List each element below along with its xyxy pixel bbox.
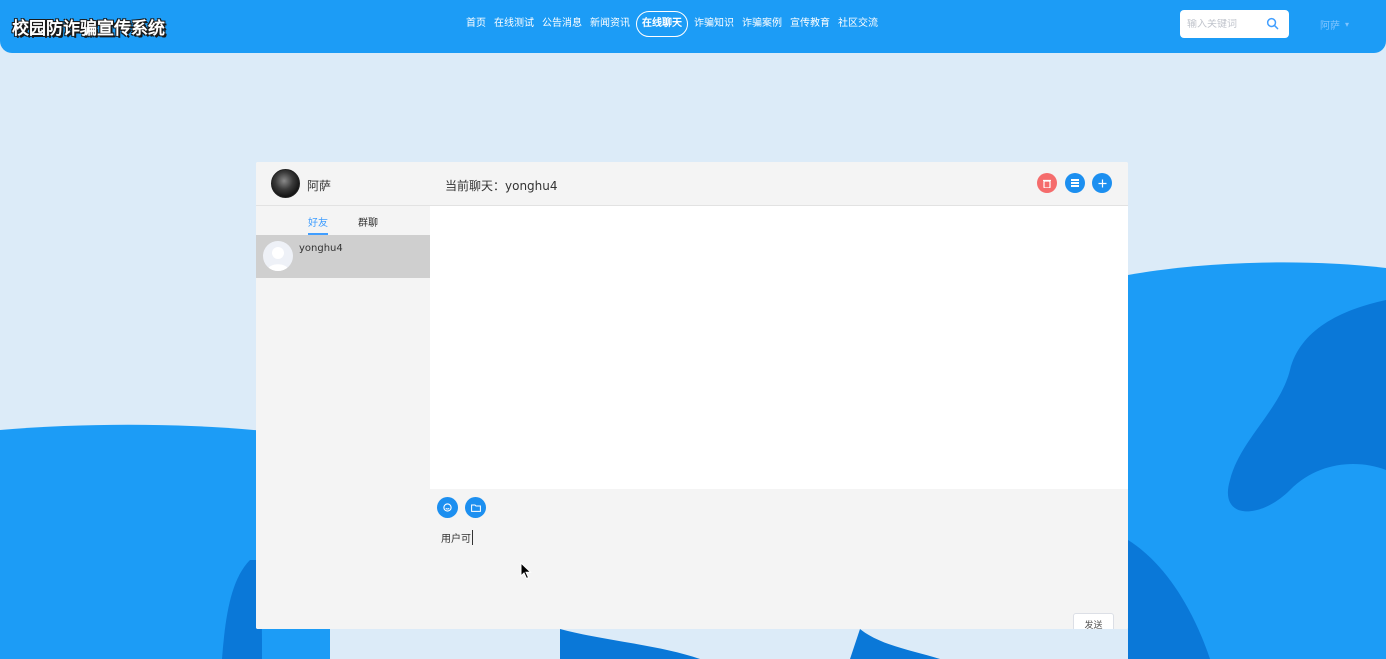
nav-community[interactable]: 社区交流 bbox=[834, 11, 882, 37]
contact-tabs: 好友 群聊 bbox=[256, 206, 430, 236]
file-button[interactable] bbox=[465, 497, 486, 518]
folder-icon bbox=[470, 504, 481, 512]
list-icon bbox=[1071, 179, 1079, 187]
add-friend-button[interactable] bbox=[1092, 173, 1112, 193]
search-input[interactable] bbox=[1187, 18, 1267, 30]
emoji-button[interactable] bbox=[437, 497, 458, 518]
search-icon[interactable] bbox=[1266, 17, 1279, 30]
chevron-down-icon: ▾ bbox=[1345, 20, 1350, 29]
message-composer: 用户可 发送 bbox=[430, 489, 1128, 629]
current-chat-title: 当前聊天：yonghu4 bbox=[445, 179, 558, 193]
send-button[interactable]: 发送 bbox=[1073, 613, 1114, 629]
list-item[interactable]: yonghu4 bbox=[256, 235, 430, 278]
nav-fraud-knowledge[interactable]: 诈骗知识 bbox=[690, 11, 738, 37]
message-input[interactable]: 用户可 bbox=[441, 530, 473, 545]
main-nav: 首页 在线测试 公告消息 新闻资讯 在线聊天 诈骗知识 诈骗案例 宣传教育 社区… bbox=[462, 11, 882, 37]
message-area bbox=[430, 206, 1128, 489]
nav-home[interactable]: 首页 bbox=[462, 11, 490, 37]
search-box bbox=[1180, 10, 1289, 38]
contacts-sidebar: 好友 群聊 yonghu4 bbox=[256, 206, 430, 629]
chat-window: 阿萨 当前聊天：yonghu4 好友 群聊 yonghu4 用户可 发送 bbox=[256, 162, 1128, 629]
mouse-cursor-icon bbox=[520, 562, 532, 580]
user-placeholder-icon bbox=[267, 247, 289, 271]
nav-online-test[interactable]: 在线测试 bbox=[490, 11, 538, 37]
user-name: 阿萨 bbox=[1320, 21, 1340, 32]
tab-friends[interactable]: 好友 bbox=[308, 214, 328, 235]
delete-chat-button[interactable] bbox=[1037, 173, 1057, 193]
site-logo[interactable]: 校园防诈骗宣传系统 bbox=[12, 14, 165, 39]
nav-notices[interactable]: 公告消息 bbox=[538, 11, 586, 37]
user-menu[interactable]: 阿萨 ▾ bbox=[1320, 17, 1349, 32]
nav-online-chat[interactable]: 在线聊天 bbox=[636, 11, 688, 37]
nav-education[interactable]: 宣传教育 bbox=[786, 11, 834, 37]
plus-icon bbox=[1098, 179, 1106, 187]
nav-news[interactable]: 新闻资讯 bbox=[586, 11, 634, 37]
top-navbar: 校园防诈骗宣传系统 首页 在线测试 公告消息 新闻资讯 在线聊天 诈骗知识 诈骗… bbox=[0, 0, 1386, 53]
emoji-icon bbox=[443, 503, 452, 512]
chat-list-button[interactable] bbox=[1065, 173, 1085, 193]
friend-name: yonghu4 bbox=[299, 243, 343, 254]
tab-groups[interactable]: 群聊 bbox=[358, 214, 378, 233]
chat-header: 阿萨 当前聊天：yonghu4 bbox=[256, 162, 1128, 206]
avatar bbox=[263, 241, 293, 271]
avatar[interactable] bbox=[271, 169, 300, 198]
trash-icon bbox=[1043, 179, 1051, 188]
my-username: 阿萨 bbox=[307, 179, 332, 193]
nav-fraud-cases[interactable]: 诈骗案例 bbox=[738, 11, 786, 37]
